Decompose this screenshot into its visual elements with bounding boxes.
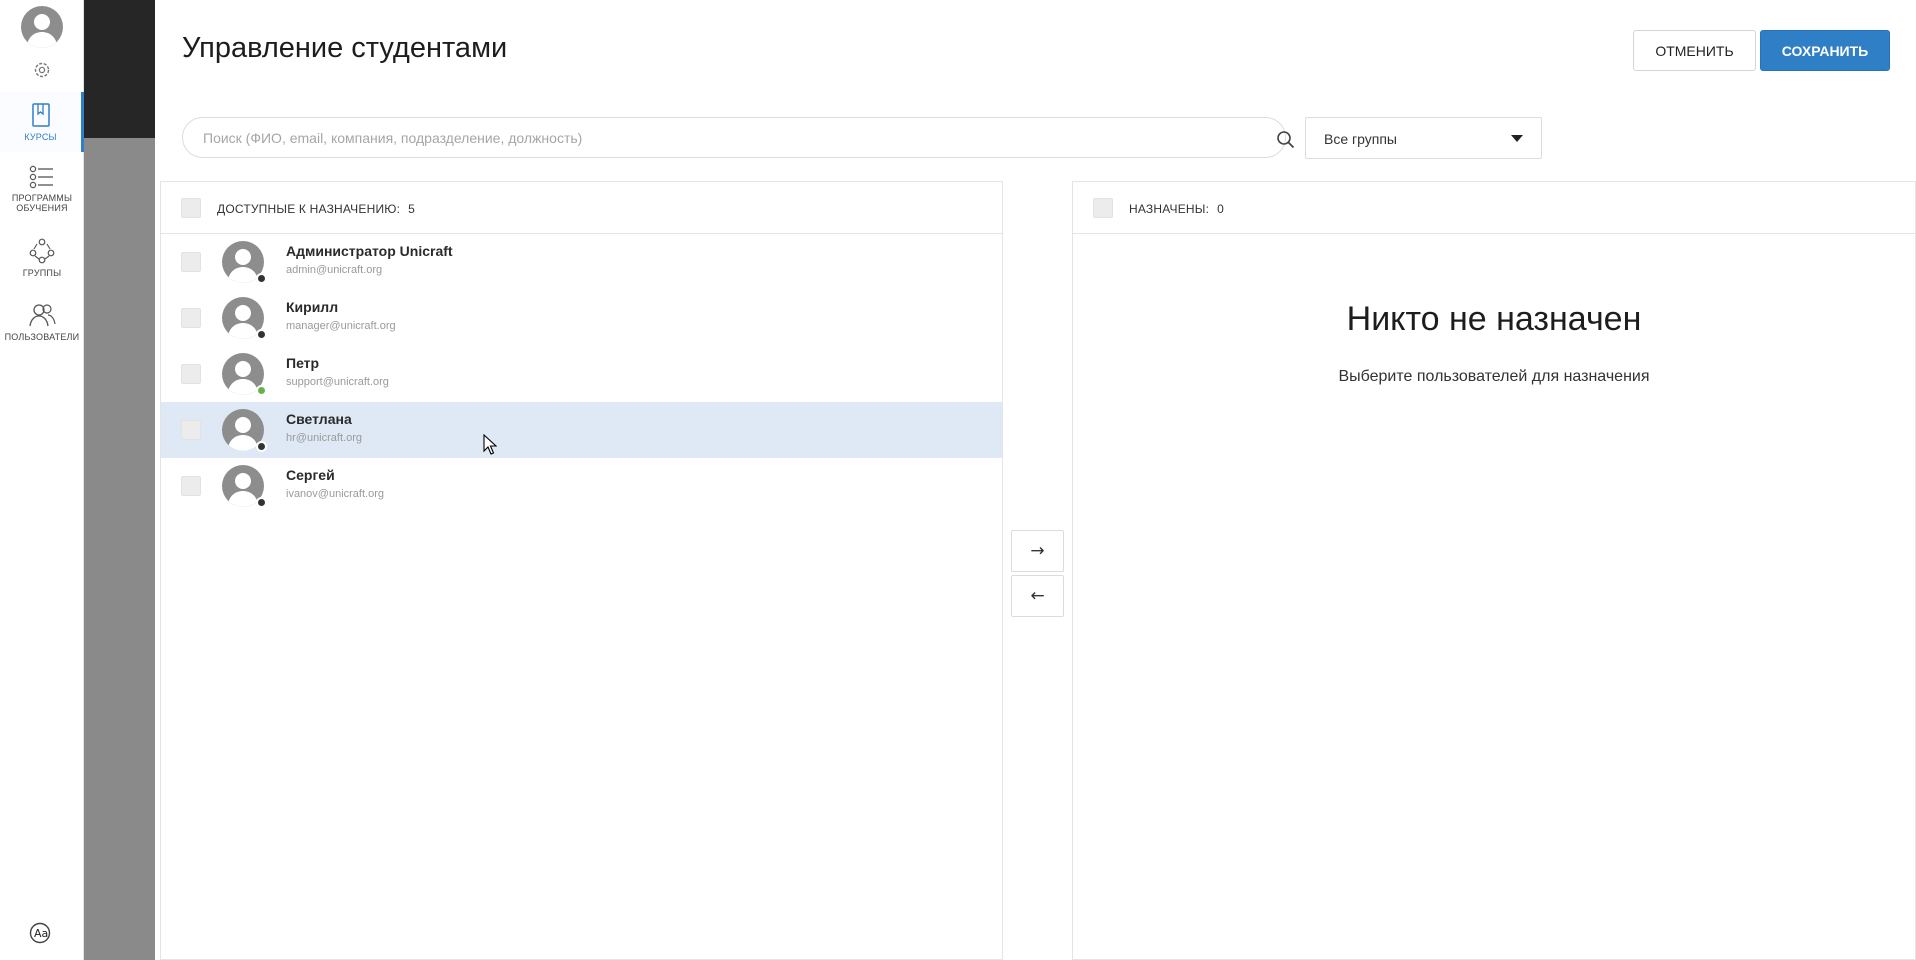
move-right-button[interactable]: → — [1011, 530, 1064, 572]
list-checklist-icon — [29, 165, 53, 189]
gear-icon[interactable] — [33, 61, 51, 79]
sidebar-item-label: ГРУППЫ — [22, 268, 62, 278]
user-email: manager@unicraft.org — [286, 320, 396, 332]
user-row[interactable]: Светлана hr@unicraft.org — [161, 402, 1002, 458]
user-name: Администратор Unicraft — [286, 243, 453, 259]
user-email: ivanov@unicraft.org — [286, 488, 384, 500]
profile-avatar[interactable] — [21, 6, 63, 48]
sidebar: КУРСЫ ПРОГРАММЫ ОБУЧЕНИЯ ГРУППЫ ПОЛЬЗОВА… — [0, 0, 84, 960]
select-all-available-checkbox[interactable] — [181, 198, 201, 218]
available-label-text: ДОСТУПНЫЕ К НАЗНАЧЕНИЮ: — [217, 202, 401, 216]
sidebar-item-label: КУРСЫ — [24, 132, 57, 142]
sidebar-item-label: ПРОГРАММЫ ОБУЧЕНИЯ — [11, 193, 73, 213]
user-email: support@unicraft.org — [286, 376, 389, 388]
available-header: ДОСТУПНЫЕ К НАЗНАЧЕНИЮ: 5 — [161, 182, 1002, 234]
user-checkbox[interactable] — [181, 308, 201, 328]
user-checkbox[interactable] — [181, 252, 201, 272]
font-size-icon[interactable]: Aa — [29, 922, 55, 944]
save-button[interactable]: СОХРАНИТЬ — [1760, 30, 1890, 71]
mouse-cursor-icon — [483, 434, 497, 455]
background-overlay — [84, 0, 155, 960]
available-users-panel: ДОСТУПНЫЕ К НАЗНАЧЕНИЮ: 5 Администратор U… — [160, 181, 1003, 960]
user-email: hr@unicraft.org — [286, 432, 362, 444]
user-email: admin@unicraft.org — [286, 264, 383, 276]
status-online-dot — [256, 385, 267, 396]
user-row[interactable]: Администратор Unicraft admin@unicraft.or… — [161, 234, 1002, 290]
assigned-users-panel: НАЗНАЧЕНЫ: 0 Никто не назначен Выберите п… — [1072, 181, 1916, 960]
search-box — [182, 117, 1295, 158]
assigned-label-text: НАЗНАЧЕНЫ: — [1129, 202, 1210, 216]
sidebar-item-programs[interactable]: ПРОГРАММЫ ОБУЧЕНИЯ — [0, 165, 84, 225]
select-all-assigned-checkbox[interactable] — [1093, 198, 1113, 218]
user-name: Петр — [286, 355, 320, 371]
user-checkbox[interactable] — [181, 364, 201, 384]
sidebar-item-groups[interactable]: ГРУППЫ — [0, 238, 84, 282]
group-filter-select[interactable]: Все группы — [1305, 117, 1542, 159]
available-label: ДОСТУПНЫЕ К НАЗНАЧЕНИЮ: 5 — [217, 202, 415, 216]
users-icon — [29, 304, 56, 327]
group-network-icon — [29, 238, 55, 264]
user-row[interactable]: Кирилл manager@unicraft.org — [161, 290, 1002, 346]
status-offline-dot — [256, 441, 267, 452]
user-silhouette-icon — [26, 14, 58, 48]
available-count: 5 — [408, 202, 415, 216]
svg-text:Aa: Aa — [34, 927, 48, 940]
status-offline-dot — [256, 329, 267, 340]
assigned-count: 0 — [1217, 202, 1225, 216]
user-row[interactable]: Сергей ivanov@unicraft.org — [161, 458, 1002, 514]
empty-state-title: Никто не назначен — [1346, 300, 1642, 338]
book-icon — [31, 103, 50, 127]
cancel-button[interactable]: ОТМЕНИТЬ — [1633, 30, 1756, 71]
search-icon[interactable] — [1276, 130, 1295, 149]
empty-state-subtitle: Выберите пользователей для назначения — [1338, 368, 1650, 385]
group-filter-value: Все группы — [1324, 131, 1397, 147]
assigned-header: НАЗНАЧЕНЫ: 0 — [1073, 182, 1915, 234]
background-overlay-dark — [84, 0, 155, 138]
user-name: Кирилл — [286, 299, 339, 315]
move-left-button[interactable]: ← — [1011, 575, 1064, 617]
sidebar-item-courses[interactable]: КУРСЫ — [0, 92, 84, 152]
user-checkbox[interactable] — [181, 476, 201, 496]
status-offline-dot — [256, 497, 267, 508]
assigned-label: НАЗНАЧЕНЫ: 0 — [1129, 202, 1224, 216]
user-name: Сергей — [286, 467, 335, 483]
sidebar-item-label: ПОЛЬЗОВАТЕЛИ — [4, 332, 80, 342]
manage-students-dialog: Управление студентами ОТМЕНИТЬ СОХРАНИТЬ… — [155, 0, 1916, 960]
page-title: Управление студентами — [182, 32, 508, 64]
chevron-down-icon — [1511, 135, 1523, 142]
search-input[interactable] — [203, 118, 1233, 157]
user-name: Светлана — [286, 411, 352, 427]
user-checkbox[interactable] — [181, 420, 201, 440]
user-row[interactable]: Петр support@unicraft.org — [161, 346, 1002, 402]
status-offline-dot — [256, 273, 267, 284]
sidebar-item-users[interactable]: ПОЛЬЗОВАТЕЛИ — [0, 302, 84, 346]
